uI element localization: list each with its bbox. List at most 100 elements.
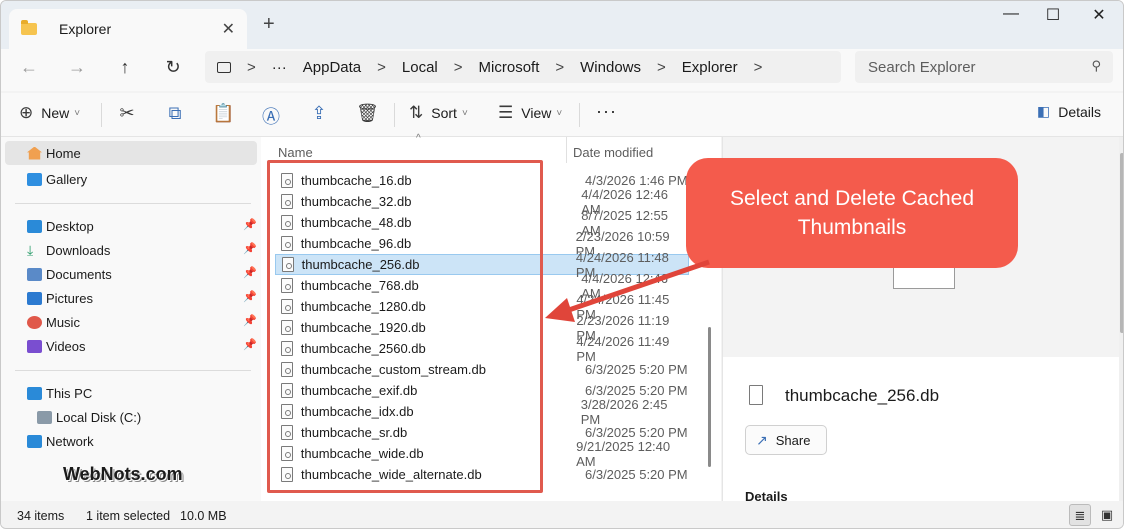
pictures-icon [27, 291, 42, 305]
breadcrumb-separator[interactable]: > [454, 59, 463, 76]
details-pane-icon: ◧ [1037, 103, 1051, 119]
nav-item-downloads[interactable]: ⤓ Downloads [27, 240, 110, 260]
more-options-button[interactable]: ··· [596, 101, 617, 122]
nav-item-documents[interactable]: Documents [27, 264, 112, 284]
column-divider[interactable] [566, 137, 567, 163]
nav-label: Network [46, 433, 94, 449]
nav-item-local-disk[interactable]: Local Disk (C:) [37, 407, 141, 427]
nav-item-home[interactable]: Home [5, 141, 257, 165]
copy-icon[interactable]: ⧉ [164, 103, 186, 124]
nav-label: Music [46, 314, 80, 330]
tab-explorer[interactable]: Explorer ✕ [9, 9, 247, 49]
scrollbar[interactable] [708, 327, 711, 467]
navigation-pane: Home Gallery Desktop 📌 ⤓ Downloads 📌 Doc… [1, 137, 261, 501]
plus-circle-icon: ⊕ [19, 103, 34, 122]
nav-label: Desktop [46, 218, 94, 234]
breadcrumb-explorer[interactable]: Explorer [682, 59, 738, 76]
nav-item-network[interactable]: Network [27, 431, 94, 451]
documents-icon [27, 267, 42, 281]
pin-icon: 📌 [243, 339, 257, 351]
sort-icon: ⇅ [409, 103, 424, 122]
new-label: New [41, 105, 70, 121]
tiles-view-button[interactable]: ▣ [1096, 504, 1118, 526]
nav-label: This PC [46, 385, 93, 401]
view-button[interactable]: ☰ View ˅ [498, 103, 562, 123]
chevron-down-icon: ˅ [74, 107, 81, 119]
search-input[interactable]: Search Explorer ⚲ [855, 51, 1113, 83]
explorer-window: Explorer ✕ + — ☐ ✕ ← → ↑ ↻ > ··· AppData… [0, 0, 1124, 529]
breadcrumb-appdata[interactable]: AppData [303, 59, 361, 76]
details-file-name: thumbcache_256.db [785, 386, 940, 405]
item-count: 34 items [17, 509, 65, 523]
close-window-button[interactable]: ✕ [1079, 5, 1119, 25]
delete-icon[interactable]: 🗑 [356, 103, 379, 124]
nav-label: Gallery [46, 171, 88, 187]
tab-close-button[interactable]: ✕ [222, 19, 235, 39]
new-button[interactable]: ⊕ New ˅ [19, 103, 80, 123]
home-icon [27, 146, 42, 160]
column-header-date[interactable]: Date modified [573, 145, 653, 160]
nav-item-this-pc[interactable]: This PC [27, 383, 92, 403]
breadcrumb-windows[interactable]: Windows [580, 59, 641, 76]
rename-icon[interactable]: Ⓐ [260, 103, 282, 129]
divider [579, 103, 580, 127]
videos-icon [27, 339, 42, 353]
chevron-down-icon: ˅ [556, 107, 563, 119]
sort-button[interactable]: ⇅ Sort ˅ [409, 103, 468, 123]
folder-icon [21, 20, 37, 35]
pin-icon: 📌 [243, 219, 257, 231]
up-button[interactable]: ↑ [111, 57, 139, 78]
maximize-button[interactable]: ☐ [1033, 5, 1073, 25]
breadcrumb-microsoft[interactable]: Microsoft [479, 59, 540, 76]
paste-icon[interactable]: 📋 [212, 103, 234, 124]
breadcrumb-separator[interactable]: > [247, 59, 256, 76]
breadcrumb-separator[interactable]: > [657, 59, 666, 76]
share-icon[interactable]: ⇪ [308, 103, 330, 124]
breadcrumb-separator[interactable]: > [754, 59, 763, 76]
view-label: View [521, 105, 552, 121]
callout-line-2: Thumbnails [797, 216, 907, 239]
nav-item-desktop[interactable]: Desktop [27, 216, 94, 236]
new-tab-button[interactable]: + [263, 13, 275, 36]
nav-item-gallery[interactable]: Gallery [27, 169, 87, 189]
pin-icon: 📌 [243, 291, 257, 303]
webnots-watermark: WebNots.com [63, 464, 183, 484]
sort-label: Sort [431, 105, 457, 121]
details-view-button[interactable]: ≣ [1069, 504, 1091, 526]
music-icon [27, 315, 42, 329]
highlight-box [267, 160, 543, 493]
share-label: Share [775, 432, 811, 448]
selection-count: 1 item selected [86, 509, 171, 523]
breadcrumb-local[interactable]: Local [402, 59, 438, 76]
cut-icon[interactable]: ✂ [116, 103, 138, 124]
breadcrumb-separator[interactable]: > [377, 59, 386, 76]
nav-item-music[interactable]: Music [27, 312, 80, 332]
callout-annotation: Select and Delete Cached Thumbnails [686, 158, 1018, 268]
breadcrumb[interactable]: > ··· AppData > Local > Microsoft > Wind… [205, 51, 841, 83]
download-icon: ⤓ [27, 241, 34, 258]
tab-strip: Explorer ✕ + — ☐ ✕ [1, 1, 1123, 49]
selection-size: 10.0 MB [180, 509, 227, 523]
column-header-name[interactable]: Name [278, 145, 313, 160]
nav-item-videos[interactable]: Videos [27, 336, 86, 356]
nav-item-pictures[interactable]: Pictures [27, 288, 93, 308]
chevron-down-icon: ˅ [461, 107, 468, 119]
view-icon: ☰ [498, 103, 514, 122]
details-scrollbar[interactable] [1119, 137, 1123, 501]
command-bar: ⊕ New ˅ ✂ ⧉ 📋 Ⓐ ⇪ 🗑 ⇅ Sort ˅ ☰ View ˅ ··… [1, 93, 1123, 137]
address-row: ← → ↑ ↻ > ··· AppData > Local > Microsof… [1, 49, 1123, 91]
nav-label: Pictures [46, 290, 93, 306]
back-button[interactable]: ← [15, 57, 43, 78]
sort-indicator: ^ [416, 133, 421, 144]
breadcrumb-separator[interactable]: > [555, 59, 564, 76]
share-button[interactable]: ↗ Share [745, 425, 827, 455]
nav-label: Documents [46, 266, 112, 282]
details-button[interactable]: ◧ Details [1037, 103, 1101, 120]
refresh-button[interactable]: ↻ [159, 57, 187, 78]
callout-line-1: Select and Delete Cached [730, 187, 974, 210]
network-icon [27, 434, 42, 448]
minimize-button[interactable]: — [991, 5, 1031, 23]
pin-icon: 📌 [243, 243, 257, 255]
breadcrumb-more[interactable]: ··· [272, 59, 287, 76]
forward-button[interactable]: → [63, 57, 91, 78]
